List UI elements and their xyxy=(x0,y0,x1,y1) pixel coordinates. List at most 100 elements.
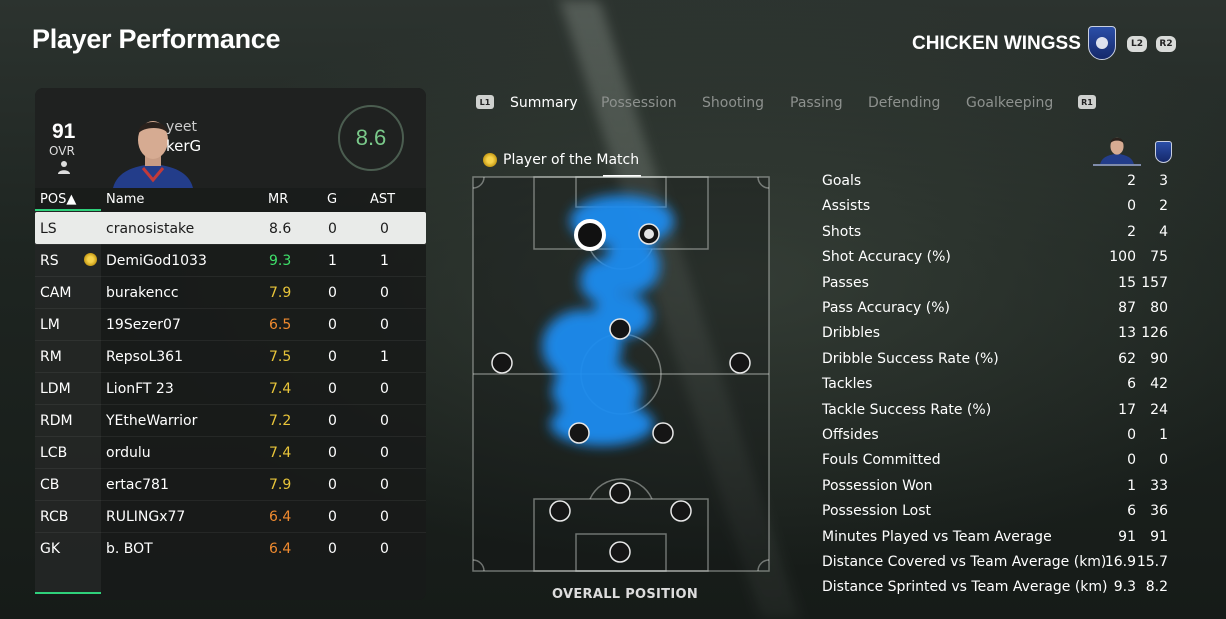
l2-button-icon[interactable]: L2 xyxy=(1127,36,1147,52)
stat-player-value: 6 xyxy=(1127,503,1136,520)
row-match-rating: 7.2 xyxy=(269,413,292,429)
tab-passing[interactable]: Passing xyxy=(790,95,843,111)
row-assists: 0 xyxy=(380,445,389,461)
team-crest-icon xyxy=(1088,26,1116,60)
stat-player-value: 0 xyxy=(1127,452,1136,469)
l1-button-icon[interactable]: L1 xyxy=(476,95,494,109)
stat-label: Possession Won xyxy=(822,477,933,494)
row-name: LionFT 23 xyxy=(106,381,174,397)
stat-row: Tackle Success Rate (%) 17 24 xyxy=(822,402,1172,427)
player-of-the-match-icon xyxy=(483,153,497,167)
stat-team-value: 75 xyxy=(1150,249,1168,266)
stat-player-value: 2 xyxy=(1127,223,1136,240)
stat-player-value: 62 xyxy=(1118,350,1136,367)
stat-player-value: 87 xyxy=(1118,300,1136,316)
row-match-rating: 7.4 xyxy=(269,445,292,461)
row-pos: LS xyxy=(40,221,57,237)
table-row[interactable]: CAM burakencc 7.9 0 0 xyxy=(35,276,426,308)
col-header-pos[interactable]: POS▲ xyxy=(40,192,76,207)
row-name: burakencc xyxy=(106,285,179,301)
tab-shooting[interactable]: Shooting xyxy=(702,95,764,111)
marker-rcb xyxy=(670,500,692,522)
row-match-rating: 7.5 xyxy=(269,349,292,365)
row-goals: 0 xyxy=(328,381,337,397)
table-header: POS▲ Name MR G AST xyxy=(35,188,426,210)
col-header-ast[interactable]: AST xyxy=(370,192,395,207)
tab-goalkeeping[interactable]: Goalkeeping xyxy=(966,95,1053,111)
row-assists: 0 xyxy=(380,477,389,493)
table-row[interactable]: GK b. BOT 6.4 0 0 xyxy=(35,532,426,564)
table-row[interactable]: RM RepsoL361 7.5 0 1 xyxy=(35,340,426,372)
stat-label: Shots xyxy=(822,223,862,240)
player-first-name: yeet xyxy=(166,119,198,135)
col-header-g[interactable]: G xyxy=(327,192,337,207)
stat-team-value: 36 xyxy=(1150,503,1168,520)
row-match-rating: 6.4 xyxy=(269,541,292,557)
scroll-indicator xyxy=(35,592,101,594)
tab-possession[interactable]: Possession xyxy=(601,95,677,111)
stat-player-value: 16.9 xyxy=(1104,554,1136,570)
r2-button-icon[interactable]: R2 xyxy=(1156,36,1176,52)
stat-label: Minutes Played vs Team Average xyxy=(822,528,1052,545)
row-name: YEtheWarrior xyxy=(106,413,198,429)
stat-label: Pass Accuracy (%) xyxy=(822,300,951,316)
table-row[interactable]: RCB RULINGx77 6.4 0 0 xyxy=(35,500,426,532)
pitch-caption: OVERALL POSITION xyxy=(552,587,699,602)
stat-label: Goals xyxy=(822,173,862,189)
marker-cam xyxy=(609,318,631,340)
player-table-panel: 91 OVR yeet kerG 8.6 POS▲ Name MR G AST … xyxy=(35,88,426,600)
match-rating-badge: 8.6 xyxy=(338,105,404,171)
row-assists: 0 xyxy=(380,509,389,525)
user-icon xyxy=(58,161,70,174)
stat-player-value: 0 xyxy=(1127,427,1136,443)
table-row[interactable]: LS cranosistake 8.6 0 0 xyxy=(35,212,426,244)
row-assists: 0 xyxy=(380,413,389,429)
row-goals: 0 xyxy=(328,349,337,365)
row-pos: LM xyxy=(40,317,60,333)
row-pos: CAM xyxy=(40,285,72,301)
table-row[interactable]: CB ertac781 7.9 0 0 xyxy=(35,468,426,500)
stat-row: Distance Sprinted vs Team Average (km) 9.… xyxy=(822,579,1172,604)
row-name: cranosistake xyxy=(106,221,195,237)
marker-lcb xyxy=(549,500,571,522)
stat-row: Possession Won 1 33 xyxy=(822,478,1172,503)
stat-team-value: 3 xyxy=(1159,173,1168,189)
table-row[interactable]: RDM YEtheWarrior 7.2 0 0 xyxy=(35,404,426,436)
page-title: Player Performance xyxy=(32,24,281,54)
row-name: DemiGod1033 xyxy=(106,253,207,269)
stat-player-value: 0 xyxy=(1127,198,1136,215)
row-pos: LCB xyxy=(40,445,68,461)
col-header-mr[interactable]: MR xyxy=(268,192,288,207)
table-row[interactable]: LCB ordulu 7.4 0 0 xyxy=(35,436,426,468)
row-pos: RDM xyxy=(40,413,73,429)
player-avatar-small xyxy=(1093,137,1141,166)
col-header-name[interactable]: Name xyxy=(106,192,144,207)
stat-row: Fouls Committed 0 0 xyxy=(822,452,1172,477)
player-last-name: kerG xyxy=(166,137,202,155)
row-match-rating: 7.9 xyxy=(269,477,292,493)
stat-team-value: 15.7 xyxy=(1136,554,1168,570)
marker-rdm xyxy=(652,422,674,444)
table-row[interactable]: LM 19Sezer07 6.5 0 0 xyxy=(35,308,426,340)
stat-team-value: 8.2 xyxy=(1145,579,1168,596)
r1-button-icon[interactable]: R1 xyxy=(1078,95,1096,109)
tab-summary[interactable]: Summary xyxy=(510,95,578,111)
stat-label: Tackles xyxy=(822,376,873,393)
marker-lm xyxy=(491,352,513,374)
marker-gk xyxy=(609,541,631,563)
row-goals: 0 xyxy=(328,541,337,557)
marker-rs xyxy=(638,223,660,245)
tab-defending[interactable]: Defending xyxy=(868,95,940,111)
player-of-the-match-label: Player of the Match xyxy=(503,152,640,168)
row-match-rating: 7.9 xyxy=(269,285,292,301)
marker-ls xyxy=(574,219,606,251)
stat-label: Tackle Success Rate (%) xyxy=(822,401,992,418)
stat-label: Distance Sprinted vs Team Average (km) xyxy=(822,579,1108,596)
table-row[interactable]: RS DemiGod1033 9.3 1 1 xyxy=(35,244,426,276)
stat-team-value: 33 xyxy=(1150,477,1168,494)
row-goals: 0 xyxy=(328,413,337,429)
stat-team-value: 80 xyxy=(1150,300,1168,316)
row-name: 19Sezer07 xyxy=(106,317,181,333)
stat-row: Dribbles 13 126 xyxy=(822,325,1172,350)
table-row[interactable]: LDM LionFT 23 7.4 0 0 xyxy=(35,372,426,404)
